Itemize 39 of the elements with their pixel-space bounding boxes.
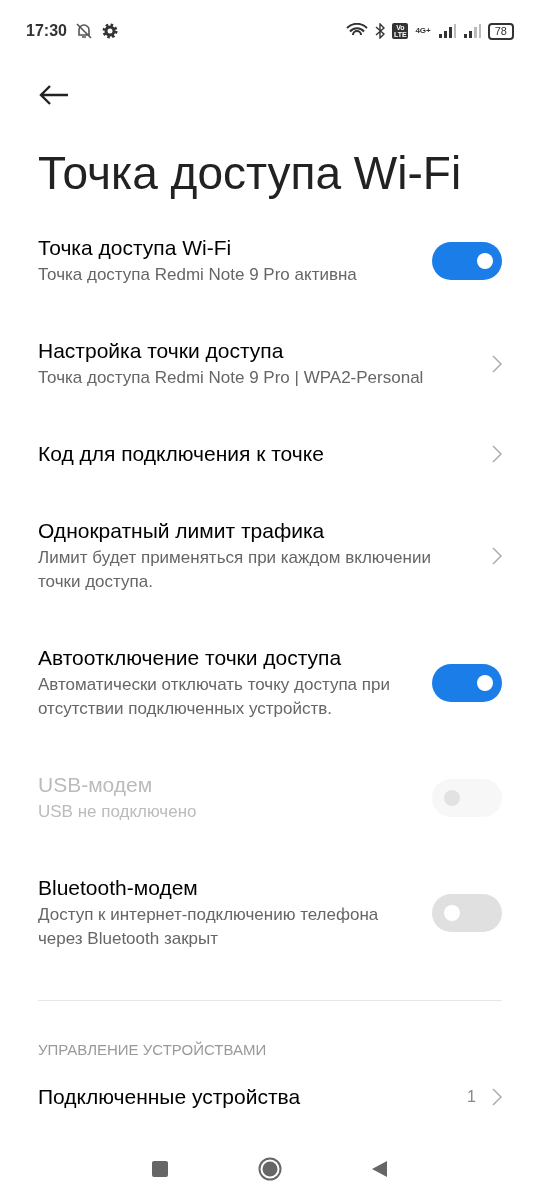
chevron-right-icon	[492, 354, 502, 373]
toggle-switch[interactable]	[432, 893, 502, 932]
setting-description: Лимит будет применяться при каждом включении точки доступа.	[38, 547, 432, 593]
setting-description: Точка доступа Redmi Note 9 Pro активна	[38, 264, 358, 286]
muted-bell-icon	[74, 22, 93, 40]
setting-description: Точка доступа Redmi Note 9 Pro | WPA2-Personal	[38, 367, 425, 389]
toggle-switch[interactable]	[432, 241, 502, 280]
section-header: УПРАВЛЕНИЕ УСТРОЙСТВАМИ	[37, 1040, 268, 1058]
setting-title: Автоотключение точки доступа	[38, 645, 343, 671]
chevron-right-icon	[492, 1087, 502, 1106]
setting-description: Доступ к интернет-подключению телефона через Bluetooth закрыт	[38, 904, 380, 950]
network-type: 4G+	[415, 27, 431, 35]
chevron-right-icon	[492, 444, 502, 463]
setting-title: Настройка точки доступа	[38, 338, 285, 364]
setting-title: Точка доступа Wi-Fi	[38, 235, 233, 261]
back-nav-button[interactable]	[372, 1160, 388, 1178]
chevron-right-icon	[492, 546, 502, 565]
setting-description: Автоматически отключать точку доступа при отсутствии подключенных устройств.	[38, 674, 391, 720]
bluetooth-icon	[375, 23, 386, 39]
clock: 17:30	[26, 22, 67, 40]
settings-icon	[100, 22, 119, 40]
signal-icon	[437, 24, 456, 38]
setting-title: Однократный лимит трафика	[38, 518, 326, 544]
signal-icon	[462, 24, 481, 38]
toggle-switch[interactable]	[432, 663, 502, 702]
count-value: 1	[467, 1087, 476, 1106]
settings-item[interactable]: Настройка точки доступа Точка доступа Redmi Note 9 Pro | WPA2-Personal	[0, 312, 540, 415]
battery-indicator: 78	[487, 22, 514, 40]
page-title: Точка доступа Wi-Fi	[37, 146, 463, 201]
setting-title: Bluetooth-модем	[38, 875, 199, 901]
settings-item[interactable]: Код для подключения к точке	[0, 415, 540, 492]
setting-title: Код для подключения к точке	[38, 441, 325, 467]
setting-title: USB-модем	[38, 772, 154, 798]
setting-title: Подключенные устройства	[38, 1084, 302, 1110]
home-button[interactable]	[258, 1157, 282, 1181]
settings-item[interactable]: Однократный лимит трафика Лимит будет применяться при каждом включении точки доступа.	[0, 492, 540, 619]
settings-item[interactable]: Подключенные устройства 1	[0, 1058, 540, 1135]
setting-description: USB не подключено	[38, 801, 198, 823]
back-arrow-icon	[38, 84, 70, 106]
